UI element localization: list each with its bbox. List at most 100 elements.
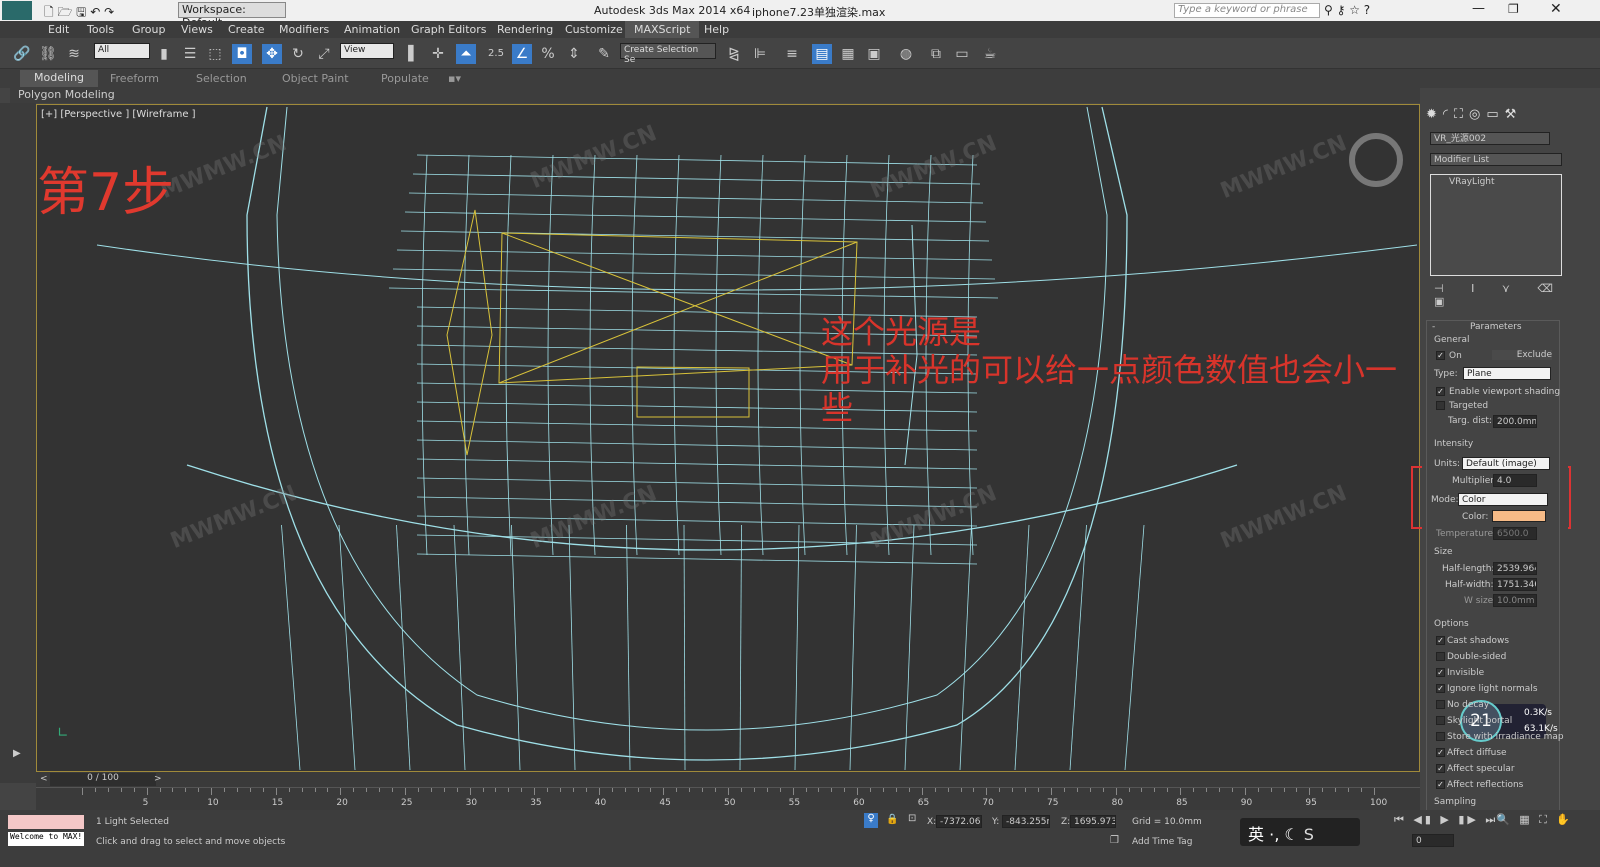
expand-arrow-icon[interactable]: ▶	[13, 748, 21, 759]
isolate-icon[interactable]: ♀	[864, 813, 878, 828]
move-icon[interactable]: ✥	[262, 44, 282, 64]
rollout-collapse[interactable]: -	[1432, 322, 1435, 332]
maxscript-listener[interactable]: Welcome to MAX!	[8, 832, 84, 846]
polygon-modeling-panel[interactable]: Polygon Modeling	[10, 88, 1420, 103]
ribbon-options-icon[interactable]: ▪▾	[448, 72, 461, 85]
menu-graph-editors[interactable]: Graph Editors	[411, 23, 487, 36]
named-selection-dropdown[interactable]: Create Selection Se	[620, 43, 716, 65]
restore-button[interactable]: ❐	[1508, 2, 1519, 16]
angle-snap-icon[interactable]: ∠	[512, 44, 532, 64]
reference-coord-dropdown[interactable]: View	[340, 43, 394, 59]
menu-create[interactable]: Create	[228, 23, 265, 36]
ime-language[interactable]: 英	[1248, 825, 1264, 844]
rotate-icon[interactable]: ↻	[288, 44, 308, 64]
window-crossing-icon[interactable]: ◘	[232, 44, 252, 64]
tab-object-paint[interactable]: Object Paint	[282, 72, 349, 85]
menu-customize[interactable]: Customize	[565, 23, 623, 36]
perspective-viewport[interactable]: MWMW.CN MWMW.CN MWMW.CN MWMW.CN MWMW.CN …	[36, 104, 1420, 772]
snap-toggle-icon[interactable]: 2.5	[486, 44, 506, 64]
maxscript-mini[interactable]	[8, 815, 84, 829]
menu-rendering[interactable]: Rendering	[497, 23, 553, 36]
option-checkbox[interactable]	[1436, 716, 1445, 725]
schematic-view-icon[interactable]: ▣	[864, 44, 884, 64]
edit-named-sets-icon[interactable]: ✎	[594, 44, 614, 64]
option-checkbox[interactable]: ✓	[1436, 668, 1445, 677]
lock-icon[interactable]: 🔒	[886, 814, 898, 825]
stack-tools-icons[interactable]: ⊣ I ⋎ ⌫ ▣	[1434, 282, 1568, 308]
absolute-mode-icon[interactable]: ⊡	[908, 813, 916, 824]
stack-item-vraylight[interactable]: VRayLight	[1449, 177, 1495, 187]
half-length-field[interactable]: 2539.964	[1493, 562, 1537, 575]
tab-freeform[interactable]: Freeform	[110, 72, 159, 85]
infocenter-icons[interactable]: ⚲ ⚷ ☆ ?	[1324, 3, 1370, 17]
object-name-field[interactable]: VR_光源002	[1430, 132, 1550, 145]
menu-group[interactable]: Group	[132, 23, 166, 36]
menu-help[interactable]: Help	[704, 23, 729, 36]
close-button[interactable]: ✕	[1550, 1, 1562, 17]
menu-tools[interactable]: Tools	[87, 23, 114, 36]
menu-views[interactable]: Views	[181, 23, 213, 36]
bind-spacewarp-icon[interactable]: ≋	[64, 44, 84, 64]
option-checkbox[interactable]	[1436, 732, 1445, 741]
layers-icon[interactable]: ≡	[782, 44, 802, 64]
time-slider[interactable]: < 0 / 100 >	[36, 772, 1420, 787]
mirror-icon[interactable]: ⧎	[724, 44, 744, 64]
time-slider-prev[interactable]: <	[40, 774, 48, 784]
add-time-tag[interactable]: Add Time Tag	[1132, 837, 1192, 847]
color-swatch[interactable]	[1492, 510, 1546, 522]
menu-modifiers[interactable]: Modifiers	[279, 23, 329, 36]
option-checkbox[interactable]: ✓	[1436, 684, 1445, 693]
curve-editor-icon[interactable]: ▦	[838, 44, 858, 64]
type-dropdown[interactable]: Plane	[1463, 367, 1551, 380]
parameters-rollout-title[interactable]: Parameters	[1470, 322, 1522, 332]
exclude-button[interactable]: Exclude	[1492, 350, 1552, 360]
rendered-frame-icon[interactable]: ▭	[952, 44, 972, 64]
temperature-field[interactable]: 6500.0	[1493, 527, 1537, 540]
scale-icon[interactable]: ⤢	[314, 44, 334, 64]
targeted-checkbox[interactable]	[1436, 401, 1445, 410]
menu-edit[interactable]: Edit	[48, 23, 69, 36]
manipulate-icon[interactable]: ✛	[428, 44, 448, 64]
track-bar[interactable]: 5 10 15 20 25 30 35 40 45 50 55 60 65 70 75 80 85 90 95 100	[36, 787, 1420, 810]
menu-animation[interactable]: Animation	[344, 23, 400, 36]
render-icon[interactable]: ☕	[980, 44, 1000, 64]
option-checkbox[interactable]: ✓	[1436, 636, 1445, 645]
link-icon[interactable]: 🔗	[12, 44, 32, 64]
search-input[interactable]: Type a keyword or phrase	[1174, 3, 1320, 18]
select-object-icon[interactable]: ▮	[154, 44, 174, 64]
wsize-field[interactable]: 10.0mm	[1493, 594, 1537, 607]
pivot-icon[interactable]: ▐	[398, 44, 418, 64]
viewport-label[interactable]: [+] [Perspective ] [Wireframe ]	[41, 109, 196, 120]
percent-snap-icon[interactable]: %	[538, 44, 558, 64]
unlink-icon[interactable]: ⛓	[38, 44, 58, 64]
time-tag-icon[interactable]: ❐	[1110, 835, 1119, 846]
half-width-field[interactable]: 1751.346	[1493, 578, 1537, 591]
tab-selection[interactable]: Selection	[196, 72, 247, 85]
tab-populate[interactable]: Populate	[381, 72, 429, 85]
spinner-snap-icon[interactable]: ⇕	[564, 44, 584, 64]
viewcube-icon[interactable]	[1349, 133, 1403, 187]
modifier-stack[interactable]: VRayLight	[1430, 174, 1562, 276]
option-checkbox[interactable]: ✓	[1436, 748, 1445, 757]
option-checkbox[interactable]	[1436, 700, 1445, 709]
z-coordinate[interactable]: 1695.973r	[1070, 815, 1116, 828]
rect-selection-icon[interactable]: ⬚	[205, 44, 225, 64]
on-checkbox[interactable]: ✓	[1436, 351, 1445, 360]
current-frame-field[interactable]: 0	[1412, 834, 1454, 847]
select-by-name-icon[interactable]: ☰	[180, 44, 200, 64]
app-logo-icon[interactable]	[2, 1, 32, 20]
enable-viewport-shading-checkbox[interactable]: ✓	[1436, 387, 1445, 396]
time-slider-thumb[interactable]: 0 / 100	[50, 773, 156, 786]
option-checkbox[interactable]: ✓	[1436, 780, 1445, 789]
units-dropdown[interactable]: Default (image)	[1462, 457, 1550, 470]
selection-filter-dropdown[interactable]: All	[94, 43, 150, 59]
scene-explorer-icon[interactable]: ▤	[812, 44, 832, 64]
y-coordinate[interactable]: -843.255m	[1002, 815, 1050, 828]
targ-dist-field[interactable]: 200.0mm	[1493, 415, 1537, 428]
material-editor-icon[interactable]: ◍	[896, 44, 916, 64]
keyboard-shortcut-icon[interactable]: ⏶	[456, 44, 476, 64]
ime-toolbar[interactable]: 英 ·‚ ☾ S	[1240, 818, 1360, 846]
tab-modeling[interactable]: Modeling	[20, 70, 99, 87]
command-panel-tabs[interactable]: ✹◜⛶◎▭⚒	[1426, 107, 1522, 122]
option-checkbox[interactable]: ✓	[1436, 764, 1445, 773]
